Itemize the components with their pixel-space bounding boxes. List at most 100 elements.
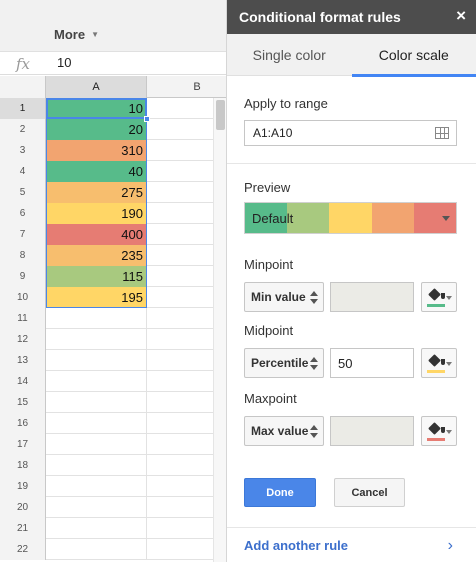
cell-a[interactable]	[46, 371, 147, 392]
cell-a[interactable]: 195	[46, 287, 147, 308]
maxpoint-type-select[interactable]: Max value	[244, 416, 324, 446]
cell-a[interactable]	[46, 518, 147, 539]
cell-a[interactable]: 20	[46, 119, 147, 140]
cell-a[interactable]	[46, 329, 147, 350]
range-input-value: A1:A10	[253, 126, 293, 140]
preview-color-segment	[329, 203, 372, 233]
row-header[interactable]: 22	[0, 539, 46, 560]
minpoint-section: Minpoint Min value	[244, 257, 457, 312]
midpoint-type-value: Percentile	[251, 356, 309, 370]
chevron-right-icon: ›	[447, 537, 453, 554]
midpoint-section: Midpoint Percentile 50	[244, 323, 457, 378]
tab-single-color[interactable]: Single color	[227, 34, 352, 76]
grid-select-icon[interactable]	[435, 127, 449, 139]
cell-a[interactable]: 235	[46, 245, 147, 266]
select-all-corner[interactable]	[0, 76, 46, 98]
row-header[interactable]: 2	[0, 119, 46, 140]
maxpoint-section: Maxpoint Max value	[244, 391, 457, 446]
row-header[interactable]: 3	[0, 140, 46, 161]
cell-a[interactable]	[46, 476, 147, 497]
add-another-rule-link[interactable]: Add another rule ›	[227, 527, 476, 562]
minpoint-color-swatch	[427, 304, 445, 307]
grid-rows: 1 10 2 20 3 310 4 40 5 275 6 190 7 400 8 235 9 115 10 195 11…	[0, 98, 226, 560]
formula-input[interactable]: 10	[57, 55, 71, 70]
row-header[interactable]: 17	[0, 434, 46, 455]
cancel-button[interactable]: Cancel	[334, 478, 405, 507]
table-row: 13	[0, 350, 226, 371]
midpoint-color-button[interactable]	[421, 348, 457, 378]
row-header[interactable]: 11	[0, 308, 46, 329]
cell-a[interactable]: 275	[46, 182, 147, 203]
table-row: 11	[0, 308, 226, 329]
minpoint-type-value: Min value	[251, 290, 306, 304]
row-header[interactable]: 18	[0, 455, 46, 476]
range-input[interactable]: A1:A10	[244, 120, 457, 146]
row-header[interactable]: 5	[0, 182, 46, 203]
table-row: 21	[0, 518, 226, 539]
close-icon[interactable]: ×	[456, 7, 466, 25]
row-header[interactable]: 1	[0, 98, 46, 119]
cell-a[interactable]	[46, 308, 147, 329]
table-row: 10 195	[0, 287, 226, 308]
cell-a[interactable]	[46, 497, 147, 518]
cell-a[interactable]: 10	[46, 98, 147, 119]
midpoint-label: Midpoint	[244, 323, 294, 338]
row-header[interactable]: 12	[0, 329, 46, 350]
cell-a[interactable]: 310	[46, 140, 147, 161]
row-header[interactable]: 9	[0, 266, 46, 287]
more-menu-button[interactable]: More ▼	[54, 24, 99, 44]
apply-range-section: Apply to range A1:A10	[227, 76, 476, 164]
column-header-b[interactable]: B	[147, 76, 226, 98]
table-row: 7 400	[0, 224, 226, 245]
midpoint-color-swatch	[427, 370, 445, 373]
maxpoint-color-button[interactable]	[421, 416, 457, 446]
row-header[interactable]: 15	[0, 392, 46, 413]
spreadsheet: More ▼ fx 10 A B 1 10 2 20 3 310 4 40 5 275 6 190 7 4…	[0, 0, 226, 562]
row-header[interactable]: 4	[0, 161, 46, 182]
table-row: 22	[0, 539, 226, 560]
cell-a[interactable]	[46, 539, 147, 560]
minpoint-value-input	[330, 282, 414, 312]
vertical-scrollbar[interactable]	[213, 98, 226, 562]
row-header[interactable]: 8	[0, 245, 46, 266]
cell-a[interactable]: 400	[46, 224, 147, 245]
row-header[interactable]: 21	[0, 518, 46, 539]
table-row: 2 20	[0, 119, 226, 140]
done-button[interactable]: Done	[244, 478, 316, 507]
add-rule-label: Add another rule	[244, 537, 349, 553]
minpoint-color-button[interactable]	[421, 282, 457, 312]
row-header[interactable]: 13	[0, 350, 46, 371]
preview-dropdown[interactable]: Default	[244, 202, 457, 234]
panel-title: Conditional format rules	[239, 9, 401, 25]
tab-color-scale[interactable]: Color scale	[351, 34, 476, 77]
cell-a[interactable]	[46, 392, 147, 413]
app-root: More ▼ fx 10 A B 1 10 2 20 3 310 4 40 5 275 6 190 7 4…	[0, 0, 476, 562]
row-header[interactable]: 19	[0, 476, 46, 497]
cell-a[interactable]	[46, 413, 147, 434]
scrollbar-thumb[interactable]	[216, 100, 225, 130]
row-header[interactable]: 14	[0, 371, 46, 392]
table-row: 5 275	[0, 182, 226, 203]
cell-a[interactable]: 115	[46, 266, 147, 287]
menu-bar: More ▼	[0, 0, 226, 52]
cell-a[interactable]	[46, 350, 147, 371]
midpoint-type-select[interactable]: Percentile	[244, 348, 324, 378]
row-header[interactable]: 6	[0, 203, 46, 224]
fill-handle[interactable]	[144, 116, 150, 122]
row-header[interactable]: 10	[0, 287, 46, 308]
updown-arrows-icon	[310, 425, 318, 438]
cell-a[interactable]: 40	[46, 161, 147, 182]
updown-arrows-icon	[310, 357, 318, 370]
cell-a[interactable]	[46, 434, 147, 455]
cell-a[interactable]	[46, 455, 147, 476]
midpoint-value-input[interactable]: 50	[330, 348, 414, 378]
row-header[interactable]: 7	[0, 224, 46, 245]
table-row: 12	[0, 329, 226, 350]
row-header[interactable]: 20	[0, 497, 46, 518]
minpoint-type-select[interactable]: Min value	[244, 282, 324, 312]
column-header-a[interactable]: A	[46, 76, 147, 98]
row-header[interactable]: 16	[0, 413, 46, 434]
paint-bucket-icon	[428, 288, 445, 301]
paint-bucket-icon	[428, 354, 445, 367]
cell-a[interactable]: 190	[46, 203, 147, 224]
